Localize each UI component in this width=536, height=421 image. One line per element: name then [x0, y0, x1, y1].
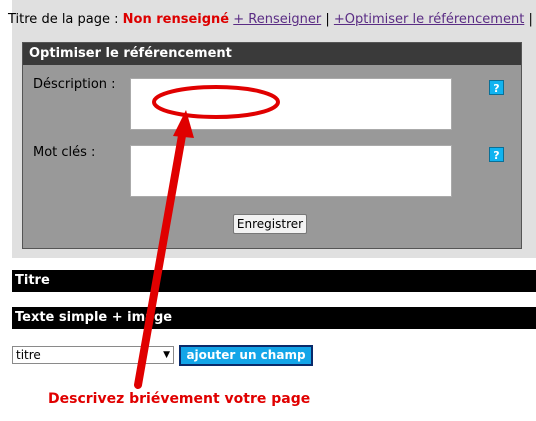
page-title-row: Titre de la page : Non renseigné + Rense…	[8, 12, 536, 28]
separator: |	[325, 12, 330, 27]
optimiser-link[interactable]: +Optimiser le référencement	[334, 12, 524, 27]
keywords-help-icon[interactable]: ?	[489, 147, 504, 162]
title-label: Titre de la page :	[8, 12, 119, 27]
section-texte-image: Texte simple + image	[12, 307, 536, 329]
description-label: Déscription :	[33, 77, 116, 92]
field-type-select[interactable]: titre ▼	[12, 346, 174, 364]
keywords-label: Mot clés :	[33, 145, 96, 160]
keywords-field[interactable]	[130, 145, 452, 197]
save-button[interactable]: Enregistrer	[233, 214, 307, 234]
add-field-button[interactable]: ajouter un champ	[179, 345, 313, 366]
title-status: Non renseigné	[122, 12, 230, 27]
annotation-text: Descrivez briévement votre page	[48, 391, 311, 407]
separator: |	[528, 12, 533, 27]
description-help-icon[interactable]: ?	[489, 80, 504, 95]
field-type-select-value: titre	[16, 348, 41, 362]
seo-panel-heading: Optimiser le référencement	[23, 43, 521, 65]
renseigner-link[interactable]: + Renseigner	[233, 12, 321, 27]
description-field[interactable]	[130, 78, 452, 130]
section-titre: Titre	[12, 270, 536, 292]
chevron-down-icon: ▼	[163, 350, 170, 360]
seo-panel: Optimiser le référencement Déscription :…	[22, 42, 522, 249]
